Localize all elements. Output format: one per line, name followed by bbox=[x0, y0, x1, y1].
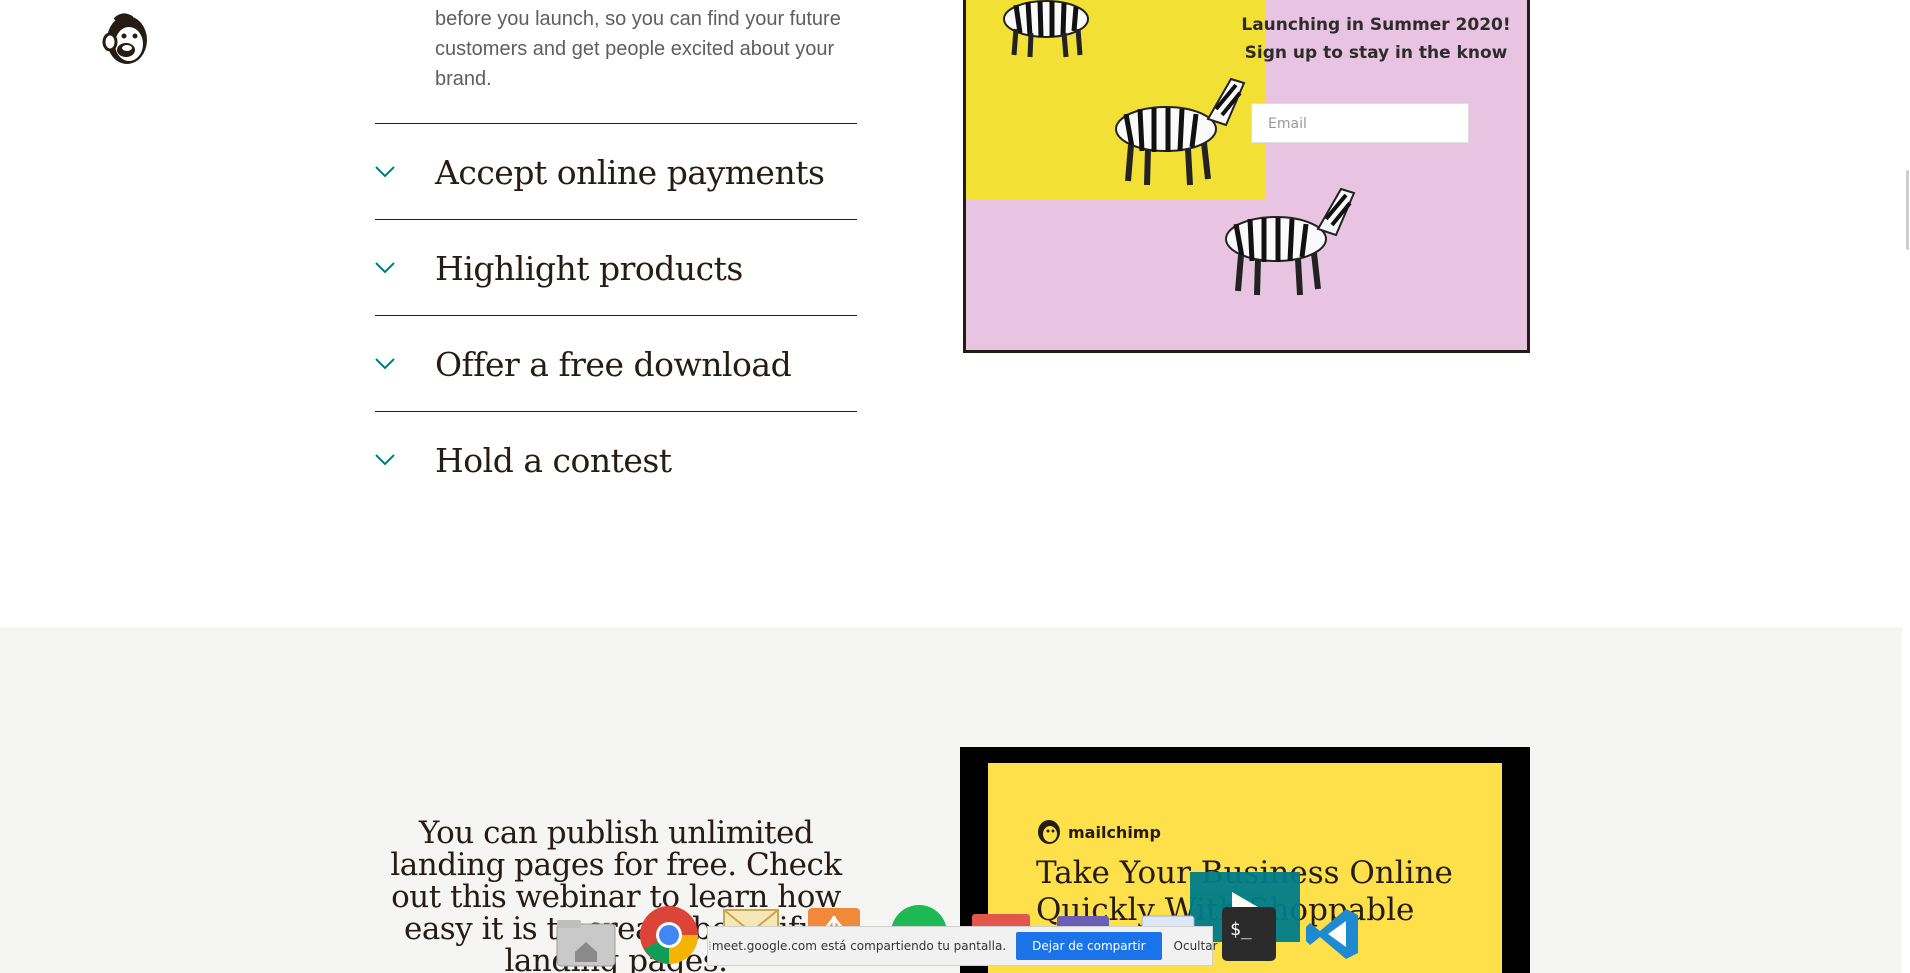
accordion-item-label: Highlight products bbox=[435, 248, 743, 288]
chevron-down-icon bbox=[375, 440, 435, 480]
stop-sharing-button[interactable]: Dejar de compartir bbox=[1016, 932, 1162, 960]
accordion-item-accept-payments[interactable]: Accept online payments bbox=[375, 124, 857, 220]
vscode-icon[interactable] bbox=[1304, 905, 1362, 967]
mailchimp-logo-icon bbox=[1038, 820, 1060, 844]
intro-paragraph: before you launch, so you can find your … bbox=[435, 8, 841, 90]
accordion-item-hold-contest[interactable]: Hold a contest bbox=[375, 412, 857, 508]
chrome-icon[interactable] bbox=[638, 904, 698, 966]
zebra-figure-icon bbox=[1225, 187, 1356, 296]
upper-section: before you launch, so you can find your … bbox=[0, 0, 1910, 627]
zebra-figure-icon bbox=[1003, 0, 1089, 58]
video-brand-label: mailchimp bbox=[1068, 822, 1161, 842]
promo-landing-page-image: Launching in Summer 2020! Sign up to sta… bbox=[963, 0, 1530, 353]
accordion-item-highlight-products[interactable]: Highlight products bbox=[375, 220, 857, 316]
terminal-icon[interactable]: $_ bbox=[1220, 905, 1278, 967]
share-message: meet.google.com está compartiendo tu pan… bbox=[711, 939, 1007, 953]
promo-heading: Launching in Summer 2020! Sign up to sta… bbox=[1226, 11, 1526, 67]
mailchimp-logo-icon[interactable] bbox=[100, 12, 152, 68]
svg-text:$_: $_ bbox=[1230, 919, 1252, 940]
accordion-item-label: Offer a free download bbox=[435, 344, 792, 384]
chevron-down-icon bbox=[375, 344, 435, 384]
screen-share-bar: ⁞ meet.google.com está compartiendo tu p… bbox=[707, 926, 1218, 966]
home-folder-icon[interactable] bbox=[555, 918, 616, 973]
video-brand: mailchimp bbox=[1036, 819, 1161, 845]
scrollbar-thumb[interactable] bbox=[1906, 170, 1909, 250]
chevron-down-icon bbox=[375, 152, 435, 192]
accordion-item-free-download[interactable]: Offer a free download bbox=[375, 316, 857, 412]
promo-email-field: Email bbox=[1251, 103, 1469, 143]
accordion-item-label: Hold a contest bbox=[435, 440, 672, 480]
page-scrollbar[interactable] bbox=[1902, 0, 1910, 973]
promo-heading-line: Sign up to stay in the know bbox=[1244, 43, 1508, 63]
promo-heading-line: Launching in Summer 2020! bbox=[1241, 15, 1511, 35]
accordion-item-label: Accept online payments bbox=[435, 152, 825, 192]
chevron-down-icon bbox=[375, 248, 435, 288]
hide-button[interactable]: Ocultar bbox=[1174, 939, 1218, 953]
